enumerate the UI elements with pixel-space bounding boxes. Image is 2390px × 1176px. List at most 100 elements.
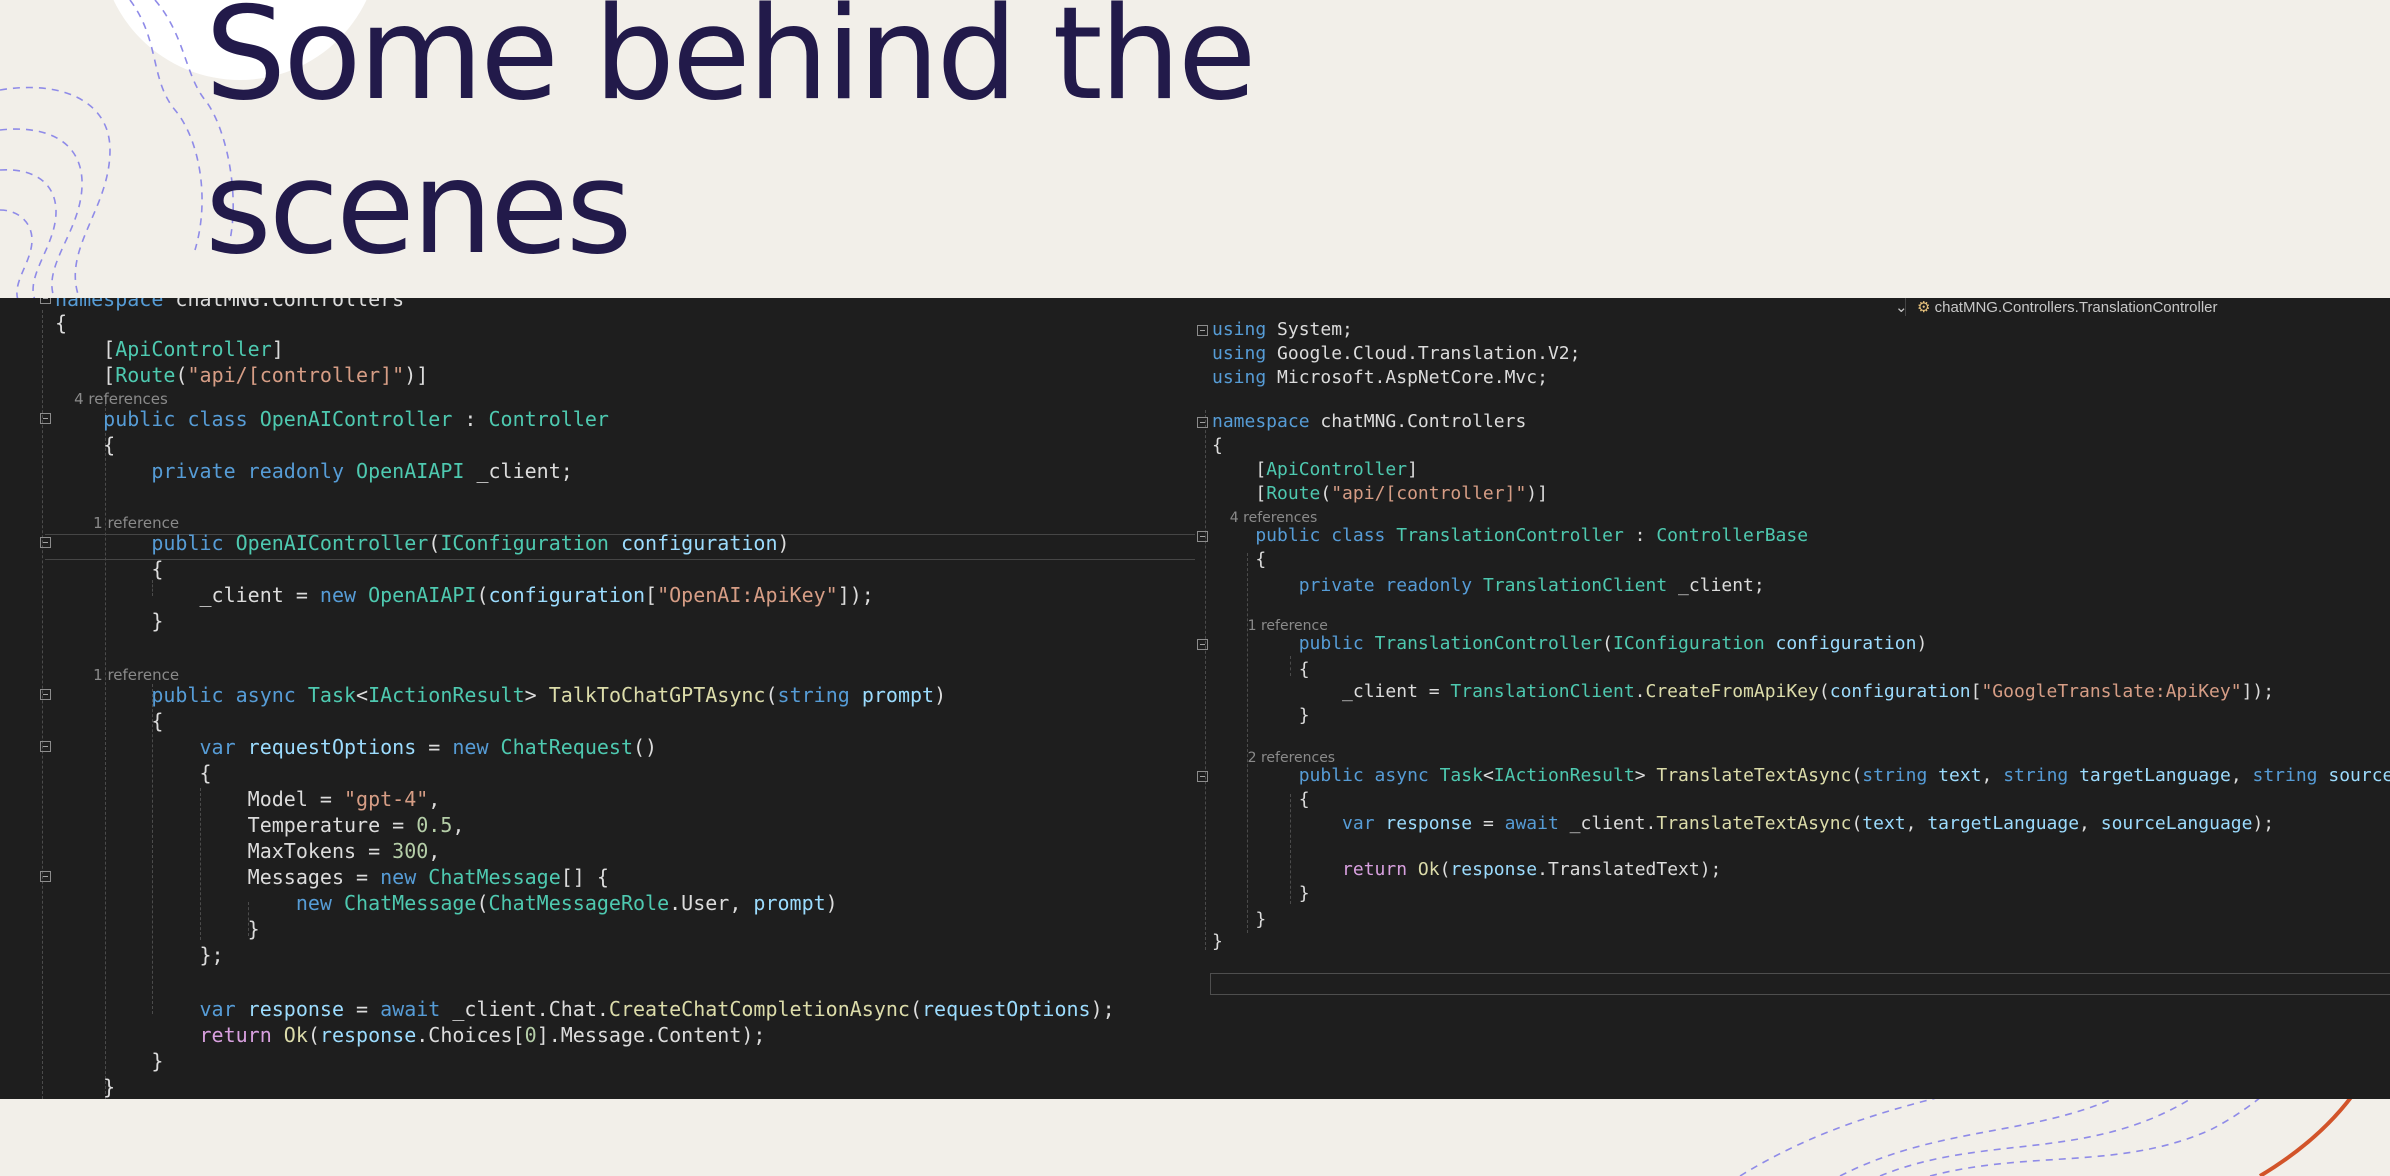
slide: Some behind the scenes namespace chatMNG… (0, 0, 2390, 1176)
code-token: prompt (861, 683, 935, 707)
code-token: text (1862, 813, 1906, 834)
code-token: using (1212, 367, 1267, 388)
code-token: var (55, 735, 236, 759)
code-token: configuration (620, 531, 778, 555)
code-token: IConfiguration (440, 531, 609, 555)
editor-input-box[interactable] (1210, 973, 2390, 995)
code-token: .User, (669, 891, 754, 915)
fold-toggle-icon[interactable] (40, 537, 51, 548)
code-token: response (247, 997, 344, 1021)
code-token: ]); (2241, 681, 2275, 702)
code-token: string (777, 683, 850, 707)
code-token: ); (2252, 813, 2275, 834)
fold-toggle-icon[interactable] (40, 298, 51, 304)
code-token: ( (1320, 483, 1332, 504)
code-line: public class TranslationController : Con… (1212, 524, 2390, 550)
fold-toggle-icon[interactable] (1197, 639, 1208, 650)
fold-toggle-icon[interactable] (1197, 531, 1208, 542)
code-token: _client. (1558, 813, 1657, 834)
nav-class-label: chatMNG.Controllers.TranslationControlle… (1934, 299, 2218, 316)
code-token: ( (765, 683, 778, 707)
code-line: private readonly TranslationClient _clie… (1212, 574, 2390, 600)
code-line: { (1212, 434, 2390, 460)
code-token: CreateChatCompletionAsync (608, 997, 910, 1021)
fold-toggle-icon[interactable] (40, 871, 51, 882)
fold-toggle-icon[interactable] (40, 413, 51, 424)
code-token: TranslateTextAsync (1656, 765, 1852, 786)
code-token: = (1472, 813, 1505, 834)
code-token: > (524, 683, 549, 707)
code-token: Google.Cloud.Translation.V2; (1266, 343, 1581, 364)
code-token: [ (55, 363, 116, 387)
fold-toggle-icon[interactable] (1197, 771, 1208, 782)
fold-toggle-icon[interactable] (1197, 325, 1208, 336)
code-line: public async Task<IActionResult> Transla… (1212, 764, 2390, 790)
code-token: response (1385, 813, 1473, 834)
code-line: { (55, 760, 1195, 786)
code-token: OpenAIAPI (368, 583, 477, 607)
code-token: public class (1212, 525, 1386, 546)
code-token: TranslationClient (1482, 575, 1668, 596)
code-line: } (55, 1074, 1195, 1099)
code-line: { (55, 310, 1195, 336)
code-token: configuration (488, 583, 646, 607)
code-token: _client; (464, 459, 573, 483)
code-token: , (2230, 765, 2253, 786)
code-token: _client = (1212, 681, 1451, 702)
fold-toggle-icon[interactable] (40, 741, 51, 752)
code-line: } (55, 1048, 1195, 1074)
code-line: using System; (1212, 318, 2390, 344)
code-token: string (1862, 765, 1928, 786)
code-line: using Google.Cloud.Translation.V2; (1212, 342, 2390, 368)
code-token: 300 (392, 839, 429, 863)
code-line: var response = await _client.TranslateTe… (1212, 812, 2390, 838)
code-token: public async (55, 683, 296, 707)
code-token: { (55, 709, 164, 733)
nav-class-selector[interactable]: ⚙ chatMNG.Controllers.TranslationControl… (1917, 298, 2218, 316)
code-token: [ (1212, 459, 1267, 480)
fold-toggle-icon[interactable] (40, 689, 51, 700)
code-token: _client; (1667, 575, 1765, 596)
code-token: chatMNG.Controllers (1309, 411, 1527, 432)
code-line: return Ok(response.TranslatedText); (1212, 858, 2390, 884)
code-token: Controller (488, 407, 609, 431)
code-token: 0.5 (416, 813, 453, 837)
code-token: IActionResult (1493, 765, 1635, 786)
fold-toggle-icon[interactable] (1197, 417, 1208, 428)
code-token: ApiController (1266, 459, 1408, 480)
code-line: new ChatMessage(ChatMessageRole.User, pr… (55, 890, 1195, 916)
code-token: ) (1916, 633, 1928, 654)
code-token: < (356, 683, 369, 707)
code-token: targetLanguage (2079, 765, 2231, 786)
slide-title-line-1: Some behind the (205, 0, 1256, 129)
code-token: MaxTokens = (55, 839, 393, 863)
code-token: Microsoft.AspNetCore.Mvc; (1266, 367, 1548, 388)
code-token: ( (428, 531, 441, 555)
code-token: ( (1602, 633, 1613, 654)
code-line: } (55, 916, 1195, 942)
nav-separator (1905, 298, 1906, 316)
code-token: OpenAIController (259, 407, 453, 431)
code-token: ) (777, 531, 790, 555)
indent-guide (1205, 410, 1206, 950)
code-token: "gpt-4" (343, 787, 429, 811)
code-token: { (1212, 659, 1310, 680)
code-token: new (452, 735, 489, 759)
code-token: Route (1266, 483, 1321, 504)
code-token: targetLanguage (1927, 813, 2080, 834)
code-token: _client = (55, 583, 320, 607)
code-token: , (428, 839, 441, 863)
code-token: System; (1266, 319, 1353, 340)
code-line: private readonly OpenAIAPI _client; (55, 458, 1195, 484)
code-line: } (55, 608, 1195, 634)
